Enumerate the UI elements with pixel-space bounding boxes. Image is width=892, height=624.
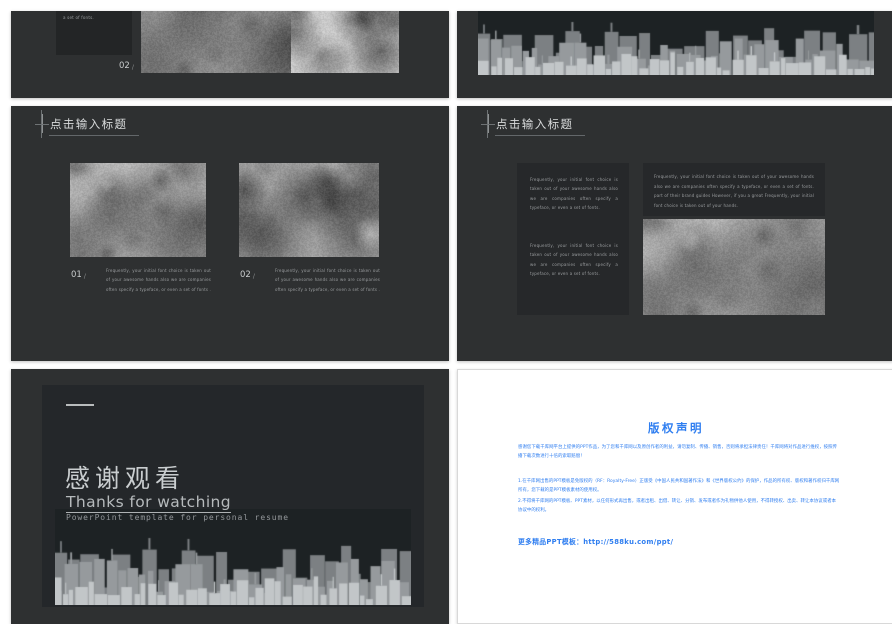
slide3-item-1-text: Frequently, your initial font choice is … (275, 268, 380, 292)
copyright-link-url: http://588ku.com/ppt/ (583, 538, 674, 546)
slide1-photo-hand-chart (291, 11, 399, 73)
copyright-link[interactable]: 更多精品PPT模板：http://588ku.com/ppt/ (518, 536, 673, 546)
slide1-number-slash: / (131, 64, 134, 71)
slide-thumbnail-two-column-photos[interactable]: 点击输入标题 01 / Frequently, your initial fon… (11, 106, 449, 361)
slide-thumbnail-copyright[interactable]: 版权声明 感谢您下载千库网平台上提供的PPT作品，为了您和千库网以及原创作者的利… (457, 369, 892, 624)
slide5-heading-en-text: Thanks for watching (66, 493, 231, 513)
slide4-right-panel: Frequently, your initial font choice is … (643, 163, 825, 216)
slide3-item-0-number-slash: / (83, 273, 86, 280)
slide3-photo-thumbs-up (239, 163, 379, 257)
slide3-title: 点击输入标题 (41, 114, 127, 133)
slide2-skyline-graphic (478, 11, 874, 75)
slide4-right-paragraph: Frequently, your initial font choice is … (654, 174, 814, 208)
slide4-title-crosshair-h (481, 124, 495, 125)
slide4-title-underline (495, 135, 585, 136)
slide-thumbnail-text-panels[interactable]: 点击输入标题 Frequently, your initial font cho… (457, 106, 892, 361)
slide5-subtitle: PowerPoint template for personal resume (66, 513, 289, 522)
slide4-left-panel: Frequently, your initial font choice is … (517, 163, 629, 315)
copyright-paragraph-2-line-1: 1.在千库网出售的PPT模板是免版权的（RF：Royalty-Free）正版受《… (518, 479, 840, 493)
slide3-title-text: 点击输入标题 (50, 116, 128, 131)
slide-thumbnail-team-meeting[interactable]: awesome hands also we are companies ofte… (11, 11, 449, 98)
slide3-title-crosshair-h (35, 124, 49, 125)
copyright-link-label: 更多精品PPT模板： (518, 538, 584, 546)
slide4-title-text: 点击输入标题 (496, 116, 574, 131)
slide-thumbnail-thank-you[interactable]: 感谢观看 Thanks for watching PowerPoint temp… (11, 369, 449, 624)
copyright-title: 版权声明 (648, 421, 704, 435)
slide5-heading-cn: 感谢观看 (65, 464, 186, 493)
slide5-skyline-graphic (55, 509, 411, 605)
slide3-item-0-number: 01 / (71, 270, 86, 280)
slide1-body-text-block: awesome hands also we are companies ofte… (63, 11, 125, 24)
slide5-decorative-dash (66, 404, 94, 406)
slide3-item-0-number-value: 01 (71, 270, 82, 280)
slide3-item-1-number: 02 / (240, 270, 255, 280)
slide-thumbnail-city-skyline[interactable] (457, 11, 892, 98)
slide3-photo-laptop-hands (70, 163, 206, 257)
slide1-number-value: 02 (119, 61, 130, 71)
slide3-title-underline (49, 135, 139, 136)
slide1-photo-team-meeting (141, 11, 299, 73)
slide1-body-text: awesome hands also we are companies ofte… (63, 14, 94, 20)
slide3-item-1-number-slash: / (252, 273, 255, 280)
slide3-item-0-text: Frequently, your initial font choice is … (106, 268, 211, 292)
slide-thumbnail-grid: awesome hands also we are companies ofte… (0, 0, 892, 624)
slide1-number: 02 / (119, 61, 134, 71)
slide3-item-1-number-value: 02 (240, 270, 251, 280)
slide5-heading-en: Thanks for watching (66, 493, 231, 513)
slide4-title: 点击输入标题 (487, 114, 573, 133)
slide4-left-paragraph-1: Frequently, your initial font choice is … (530, 177, 618, 211)
slide4-left-paragraph-2: Frequently, your initial font choice is … (530, 243, 618, 277)
copyright-paragraph-1: 感谢您下载千库网平台上提供的PPT作品，为了您和千库网以及原创作者的利益，请勿复… (518, 445, 837, 459)
copyright-paragraph-2-line-2: 2.不得将千库网的PPT模板、PPT素材，以任何形式再出售，或者出租、出借、转让… (518, 499, 837, 513)
slide4-photo-raised-fists (643, 219, 825, 315)
